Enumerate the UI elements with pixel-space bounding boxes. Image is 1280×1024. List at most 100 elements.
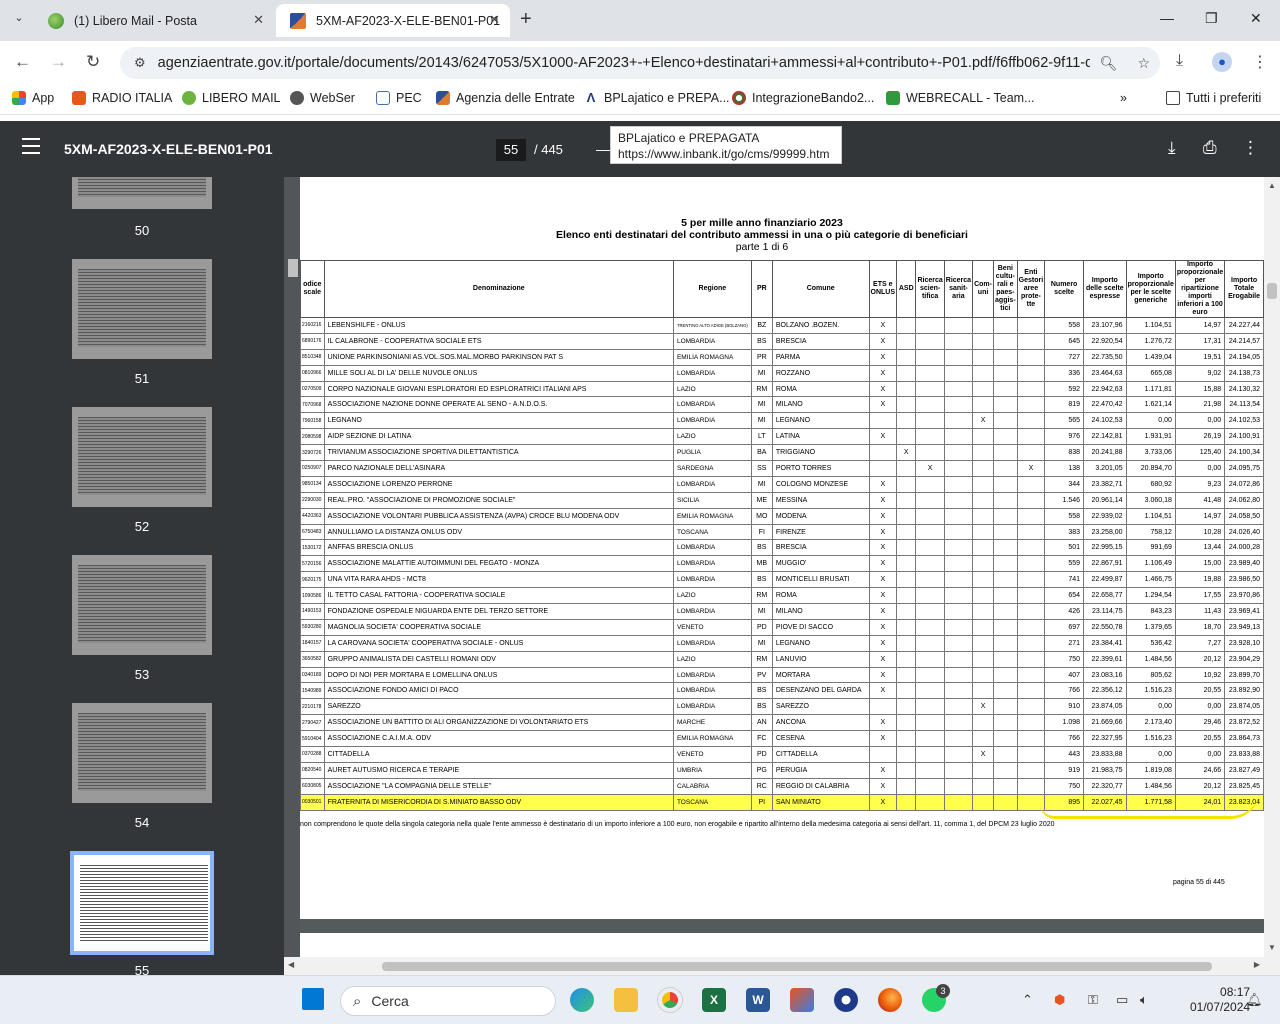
restore-icon[interactable]: ❐: [1205, 10, 1218, 27]
site-info-icon[interactable]: ⚙: [134, 55, 146, 71]
table-cell: LEGNANO: [323, 412, 674, 430]
profile-avatar-icon[interactable]: ●: [1212, 52, 1232, 72]
bookmark-bplajatico[interactable]: Λ BPLajatico e PREPA...: [584, 91, 730, 106]
pdf-download-icon[interactable]: ⤓: [1168, 138, 1176, 158]
system-clock[interactable]: 08:17 01/07/2024: [1190, 985, 1250, 1015]
page-thumbnail[interactable]: [72, 259, 212, 359]
horizontal-scroll-thumb[interactable]: [382, 962, 1212, 971]
table-cell: PERUGIA: [771, 761, 870, 779]
table-cell: 665,08: [1125, 364, 1176, 382]
table-cell: LOMBARDIA: [672, 682, 752, 700]
reload-icon[interactable]: ↻: [86, 52, 100, 72]
more-bookmarks-chevron-icon[interactable]: »: [1120, 91, 1127, 105]
table-cell: [972, 332, 995, 350]
table-cell: LOMBARDIA: [672, 364, 752, 382]
chrome-menu-icon[interactable]: ⋮: [1252, 52, 1268, 72]
table-cell: 1090586: [300, 587, 325, 605]
table-cell: BOLZANO .BOZEN.: [771, 317, 870, 334]
excel-icon[interactable]: X: [702, 988, 726, 1012]
table-cell: [915, 761, 945, 779]
nuclear-app-icon[interactable]: [834, 988, 858, 1012]
vertical-scrollbar[interactable]: ▲ ▼: [1264, 177, 1280, 975]
table-cell: CORPO NAZIONALE GIOVANI ESPLORATORI ED E…: [323, 380, 674, 398]
bookmark-all-favorites[interactable]: Tutti i preferiti: [1166, 91, 1261, 105]
close-tab-icon[interactable]: ✕: [253, 12, 264, 28]
page-thumbnail[interactable]: [72, 555, 212, 655]
scroll-right-arrow-icon[interactable]: ▶: [1254, 960, 1260, 969]
back-arrow-icon[interactable]: ←: [14, 52, 31, 72]
tray-utility-icon[interactable]: ⚿: [1088, 992, 1098, 1008]
taskbar-search[interactable]: ⌕ Cerca: [340, 986, 556, 1016]
table-cell: ROMA: [771, 587, 870, 605]
forward-arrow-icon[interactable]: →: [50, 52, 67, 72]
table-cell: GRUPPO ANIMALISTA DEI CASTELLI ROMANI OD…: [323, 650, 674, 668]
chrome-icon[interactable]: [658, 988, 682, 1012]
edge-icon[interactable]: [570, 988, 594, 1012]
page-thumbnail-selected[interactable]: [70, 851, 214, 955]
vertical-scroll-thumb[interactable]: [1267, 283, 1277, 299]
close-tab-icon[interactable]: ✕: [489, 12, 500, 28]
bookmark-webrecall[interactable]: WEBRECALL - Team...: [886, 91, 1035, 105]
bookmark-pec[interactable]: PEC: [376, 91, 422, 105]
page-number-input[interactable]: 55: [496, 139, 526, 161]
emblem-icon: [732, 91, 746, 105]
table-cell: [993, 364, 1018, 382]
scroll-up-arrow-icon[interactable]: ▲: [1268, 181, 1276, 190]
horizontal-scrollbar[interactable]: ◀ ▶: [284, 957, 1280, 975]
table-cell: TOSCANA: [672, 523, 752, 541]
bookmark-agenzia-entrate[interactable]: Agenzia delle Entrate: [436, 91, 575, 105]
page-thumbnail[interactable]: [72, 177, 212, 209]
firefox-icon[interactable]: [878, 988, 902, 1012]
page-thumbnail[interactable]: [72, 407, 212, 507]
print-icon[interactable]: ⎙: [1203, 138, 1217, 158]
sidebar-menu-icon[interactable]: [22, 138, 40, 154]
table-cell: ANNULLIAMO LA DISTANZA ONLUS ODV: [323, 523, 674, 541]
table-cell: [896, 571, 917, 589]
bookmark-integrazione-bando[interactable]: IntegrazioneBando2...: [732, 91, 874, 105]
page-thumbnail[interactable]: [72, 703, 212, 803]
download-icon[interactable]: ⤓: [1176, 52, 1183, 70]
word-icon[interactable]: W: [746, 988, 770, 1012]
tab-pdf[interactable]: 5XM-AF2023-X-ELE-BEN01-P01 ✕: [276, 4, 510, 37]
pdf-viewer[interactable]: 5 per mille anno finanziario 2023 Elenco…: [284, 177, 1280, 975]
table-cell: [896, 507, 917, 525]
show-hidden-icons-chevron-icon[interactable]: ⌃: [1022, 992, 1033, 1008]
tab-libero-mail[interactable]: (1) Libero Mail - Posta ✕: [34, 4, 274, 37]
table-cell: [915, 523, 945, 541]
zoom-search-icon[interactable]: 🔍︎: [1100, 55, 1118, 72]
minimize-icon[interactable]: —: [1160, 10, 1174, 26]
table-cell: [943, 666, 974, 684]
table-cell: 22.867,91: [1083, 555, 1127, 573]
table-cell: [943, 761, 974, 779]
bookmark-app[interactable]: App: [12, 91, 54, 105]
scroll-left-arrow-icon[interactable]: ◀: [288, 960, 294, 969]
notifications-bell-icon[interactable]: 🔔︎: [1246, 992, 1263, 1008]
table-cell: CITTADELLA: [323, 746, 674, 763]
left-scroll-thumb[interactable]: [288, 259, 298, 277]
tray-app-icon[interactable]: ⬢: [1054, 992, 1065, 1008]
windows-start-icon[interactable]: [302, 988, 324, 1010]
network-icon[interactable]: ▭: [1116, 992, 1128, 1008]
pdf-more-icon[interactable]: ⋮: [1242, 138, 1259, 158]
table-cell: [896, 428, 917, 446]
close-window-icon[interactable]: ✕: [1250, 10, 1262, 27]
bookmark-star-icon[interactable]: ☆: [1137, 55, 1150, 72]
zoom-out-icon[interactable]: —: [596, 141, 610, 157]
bookmark-radio-italia[interactable]: RADIO ITALIA: [72, 91, 172, 105]
bookmark-libero-mail[interactable]: LIBERO MAIL: [182, 91, 281, 105]
url-text[interactable]: agenziaentrate.gov.it/portale/documents/…: [158, 55, 1090, 71]
table-cell: [896, 634, 917, 652]
table-cell: LANUVIO: [771, 650, 870, 668]
table-cell: 2080598: [300, 428, 325, 446]
volume-icon[interactable]: 🔈︎: [1140, 992, 1148, 1008]
file-explorer-icon[interactable]: [614, 988, 638, 1012]
new-tab-plus-icon[interactable]: +: [520, 8, 532, 31]
tab-search-chevron-icon[interactable]: ⌄: [10, 11, 28, 29]
bookmark-webser[interactable]: WebSer: [290, 91, 355, 105]
table-cell: 1.931,91: [1125, 428, 1176, 446]
scroll-down-arrow-icon[interactable]: ▼: [1268, 943, 1276, 952]
table-row: 1490153 FONDAZIONE OSPEDALE NIGUARDA ENTE…: [300, 603, 1264, 620]
address-bar[interactable]: ⚙ agenziaentrate.gov.it/portale/document…: [120, 47, 1160, 79]
app-icon[interactable]: [790, 988, 814, 1012]
table-cell: 0340189: [300, 666, 325, 684]
